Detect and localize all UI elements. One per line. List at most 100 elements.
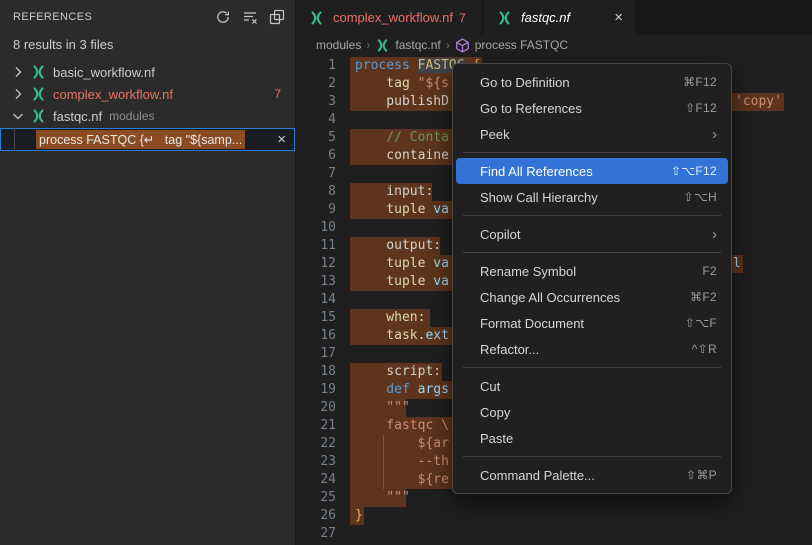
line-number: 18	[296, 363, 352, 381]
keyboard-shortcut: ⇧⌥F	[685, 316, 717, 330]
code-text: """	[355, 399, 410, 417]
line-number: 10	[296, 219, 352, 237]
code-line[interactable]: 26}	[296, 507, 812, 525]
code-text: tuple va	[355, 201, 449, 219]
reference-preview-text: process FASTQC {↵ tag "${samp...	[36, 130, 245, 149]
breadcrumb-symbol[interactable]: process FASTQC	[475, 38, 568, 52]
menu-item-change-all-occurrences[interactable]: Change All Occurrences⌘F2	[456, 284, 728, 310]
menu-item-go-to-references[interactable]: Go to References⇧F12	[456, 95, 728, 121]
code-text: fastqc \	[355, 417, 449, 435]
line-number: 27	[296, 525, 352, 543]
menu-item-label: Format Document	[480, 316, 685, 331]
line-number: 2	[296, 75, 352, 93]
collapse-all-icon[interactable]	[267, 7, 287, 27]
menu-item-show-call-hierarchy[interactable]: Show Call Hierarchy⇧⌥H	[456, 184, 728, 210]
clear-all-icon[interactable]	[240, 7, 260, 27]
line-number: 8	[296, 183, 352, 201]
file-name: basic_workflow.nf	[53, 65, 155, 80]
close-icon[interactable]: ×	[614, 10, 623, 25]
context-menu: Go to Definition⌘F12Go to References⇧F12…	[452, 63, 732, 494]
tab-complex-workflow[interactable]: complex_workflow.nf 7	[296, 0, 481, 35]
line-number: 25	[296, 489, 352, 507]
code-text: """	[355, 489, 410, 507]
menu-item-label: Peek	[480, 127, 712, 142]
chevron-right-icon[interactable]	[10, 64, 26, 80]
tree-item-complex-workflow-nf[interactable]: complex_workflow.nf7	[0, 83, 295, 105]
menu-item-label: Rename Symbol	[480, 264, 702, 279]
menu-separator	[463, 456, 721, 457]
menu-item-rename-symbol[interactable]: Rename SymbolF2	[456, 258, 728, 284]
menu-item-copilot[interactable]: Copilot›	[456, 221, 728, 247]
line-number: 5	[296, 129, 352, 147]
nextflow-file-icon	[30, 108, 47, 124]
line-number: 7	[296, 165, 352, 183]
editor-tab-bar: complex_workflow.nf 7 fastqc.nf ×	[296, 0, 812, 35]
chevron-down-icon[interactable]	[10, 108, 26, 124]
code-text: input:	[355, 183, 433, 201]
nextflow-file-icon	[308, 10, 325, 26]
menu-item-format-document[interactable]: Format Document⇧⌥F	[456, 310, 728, 336]
chevron-right-icon[interactable]	[10, 86, 26, 102]
chevron-right-icon: ›	[446, 38, 450, 52]
breadcrumb: modules › fastqc.nf › process FASTQC	[296, 35, 812, 55]
code-line[interactable]: 27	[296, 525, 812, 543]
code-text: def args	[355, 381, 449, 399]
code-text: tuple va	[355, 255, 449, 273]
keyboard-shortcut: F2	[702, 264, 717, 278]
menu-item-label: Change All Occurrences	[480, 290, 690, 305]
code-text: task.ext	[355, 327, 449, 345]
breadcrumb-modules[interactable]: modules	[316, 38, 361, 52]
menu-item-command-palette[interactable]: Command Palette...⇧⌘P	[456, 462, 728, 488]
nextflow-file-icon	[496, 10, 513, 26]
code-text: when:	[355, 309, 425, 327]
line-number: 20	[296, 399, 352, 417]
file-name: fastqc.nf	[53, 109, 102, 124]
line-number: 11	[296, 237, 352, 255]
menu-item-paste[interactable]: Paste	[456, 425, 728, 451]
menu-item-copy[interactable]: Copy	[456, 399, 728, 425]
menu-item-label: Find All References	[480, 164, 671, 179]
tree-item-fastqc-nf[interactable]: fastqc.nf modules	[0, 105, 295, 127]
panel-title: REFERENCES	[13, 11, 213, 23]
line-number: 24	[296, 471, 352, 489]
line-number: 22	[296, 435, 352, 453]
code-text: }	[355, 507, 363, 525]
line-number: 4	[296, 111, 352, 129]
chevron-right-icon: ›	[366, 38, 370, 52]
nextflow-file-icon	[30, 64, 47, 80]
tree-item-basic-workflow-nf[interactable]: basic_workflow.nf	[0, 61, 295, 83]
menu-item-cut[interactable]: Cut	[456, 373, 728, 399]
line-number: 14	[296, 291, 352, 309]
tree-indent-guide	[14, 128, 15, 151]
menu-item-label: Show Call Hierarchy	[480, 190, 684, 205]
line-number: 9	[296, 201, 352, 219]
tab-fastqc[interactable]: fastqc.nf ×	[484, 0, 635, 35]
keyboard-shortcut: ⇧⌥H	[684, 190, 717, 204]
menu-item-find-all-references[interactable]: Find All References⇧⌥F12	[456, 158, 728, 184]
code-text: script:	[355, 363, 441, 381]
references-panel: REFERENCES 8 results i	[0, 0, 296, 545]
menu-item-refactor[interactable]: Refactor...^⇧R	[456, 336, 728, 362]
menu-item-label: Refactor...	[480, 342, 692, 357]
menu-item-peek[interactable]: Peek›	[456, 121, 728, 147]
keyboard-shortcut: ⇧⌘P	[686, 468, 717, 482]
submenu-chevron-icon: ›	[712, 127, 717, 142]
keyboard-shortcut: ⇧F12	[685, 101, 717, 115]
breadcrumb-file[interactable]: fastqc.nf	[395, 38, 440, 52]
menu-item-go-to-definition[interactable]: Go to Definition⌘F12	[456, 69, 728, 95]
menu-item-label: Command Palette...	[480, 468, 686, 483]
keyboard-shortcut: ⇧⌥F12	[671, 164, 717, 178]
close-icon[interactable]: ×	[277, 132, 286, 147]
panel-toolbar	[213, 7, 287, 27]
menu-separator	[463, 367, 721, 368]
reference-result-item[interactable]: process FASTQC {↵ tag "${samp... ×	[0, 128, 295, 151]
line-number: 13	[296, 273, 352, 291]
submenu-chevron-icon: ›	[712, 227, 717, 242]
code-text: containe	[355, 147, 449, 165]
line-number: 1	[296, 57, 352, 75]
code-text: --th	[355, 453, 449, 471]
code-text: ${ar	[355, 435, 449, 453]
line-number: 3	[296, 93, 352, 111]
refresh-icon[interactable]	[213, 7, 233, 27]
file-folder-description: modules	[109, 109, 154, 123]
